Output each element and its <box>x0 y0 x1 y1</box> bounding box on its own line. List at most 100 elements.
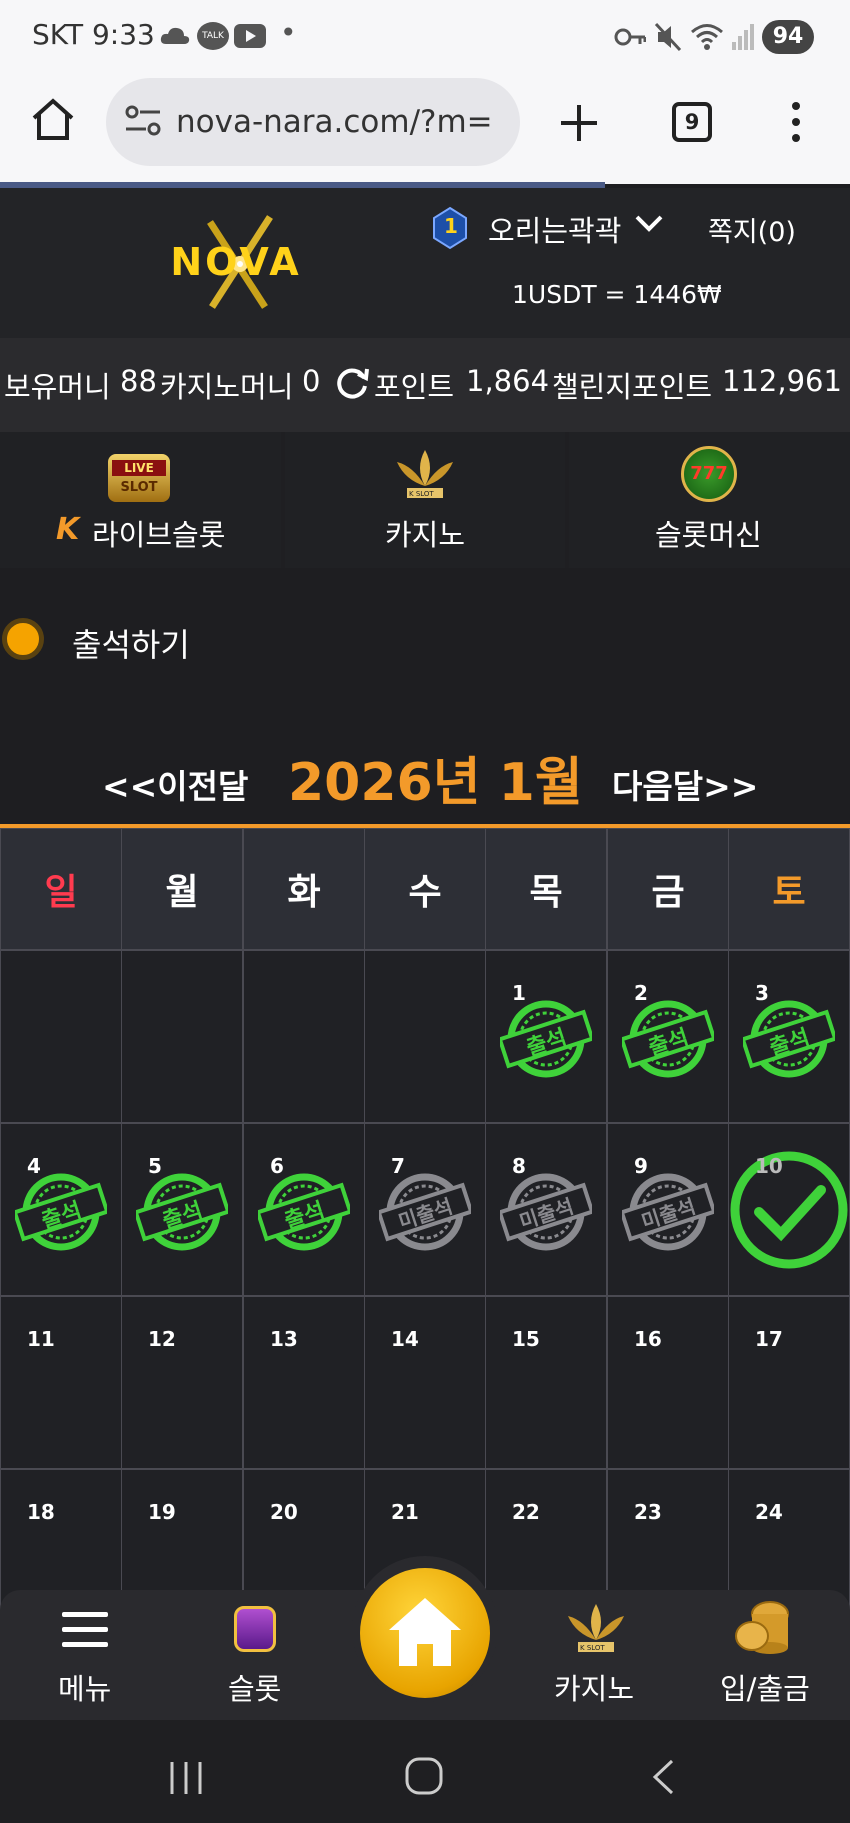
calendar-day-cell[interactable]: 8 미출석 <box>485 1123 607 1296</box>
slots-777-icon: 777 <box>681 446 737 502</box>
day-number: 22 <box>512 1500 540 1524</box>
calendar-day-cell <box>0 950 122 1123</box>
calendar-day-cell[interactable]: 14 <box>364 1296 486 1469</box>
calendar-day-cell[interactable]: 2 출석 <box>607 950 729 1123</box>
day-number: 18 <box>27 1500 55 1524</box>
home-icon[interactable] <box>30 96 76 142</box>
holding-money-value: 88 <box>120 364 157 398</box>
calendar-day-cell[interactable]: 11 <box>0 1296 122 1469</box>
attendance-present-stamp: 출석 <box>15 1172 107 1252</box>
attendance-present-stamp: 출석 <box>136 1172 228 1252</box>
calendar-day-cell <box>121 950 243 1123</box>
calendar-day-cell[interactable]: 9 미출석 <box>607 1123 729 1296</box>
nav-slot[interactable]: 슬롯 <box>200 1590 310 1720</box>
holding-money-label: 보유머니 <box>4 370 111 404</box>
next-month-button[interactable]: 다음달>> <box>612 760 758 808</box>
current-month: 2026년 1월 <box>288 753 583 813</box>
day-number: 19 <box>148 1500 176 1524</box>
point-value: 1,864 <box>466 364 550 398</box>
casino-nav-icon-caption: K SLOT <box>580 1644 605 1652</box>
key-icon <box>614 28 646 46</box>
more-menu-icon[interactable] <box>784 100 808 146</box>
talk-icon: TALK <box>197 22 229 50</box>
day-number: 21 <box>391 1500 419 1524</box>
calendar-day-cell[interactable]: 13 <box>243 1296 365 1469</box>
nav-casino-label: 카지노 <box>554 1672 635 1706</box>
attendance-bullet-icon <box>2 618 44 660</box>
attendance-present-stamp: 출석 <box>258 1172 350 1252</box>
calendar-day-cell <box>243 950 365 1123</box>
calendar-day-cell[interactable]: 1 출석 <box>485 950 607 1123</box>
day-number: 11 <box>27 1327 55 1351</box>
tab-live-slot-label: 라이브슬롯 <box>92 518 226 552</box>
refresh-icon[interactable] <box>334 364 370 400</box>
attendance-title: 출석하기 <box>72 626 190 664</box>
site-settings-icon[interactable] <box>124 104 162 138</box>
k-brand-icon: K <box>56 512 80 547</box>
challenge-point-value: 112,961 <box>722 364 842 398</box>
point-label: 포인트 <box>374 370 455 404</box>
weekday-header: 일 <box>0 828 122 950</box>
slot-machine-icon <box>234 1606 276 1652</box>
calendar-day-cell[interactable]: 6 출석 <box>243 1123 365 1296</box>
calendar-day-cell[interactable]: 5 출석 <box>121 1123 243 1296</box>
nav-casino[interactable]: K SLOT 카지노 <box>540 1590 650 1720</box>
youtube-icon <box>234 24 266 48</box>
day-number: 15 <box>512 1327 540 1351</box>
home-button[interactable] <box>360 1568 490 1698</box>
day-number: 23 <box>634 1500 662 1524</box>
tab-live-slot[interactable]: LIVE SLOT K 라이브슬롯 <box>0 432 281 568</box>
calendar-day-cell[interactable]: 12 <box>121 1296 243 1469</box>
prev-month-button[interactable]: <<이전달 <box>102 760 248 808</box>
battery-indicator: 94 <box>762 20 814 54</box>
exchange-rate: 1USDT = 1446₩ <box>512 280 722 309</box>
today-check-icon <box>730 1151 848 1269</box>
calendar-day-cell[interactable]: 17 <box>728 1296 850 1469</box>
recent-apps-icon[interactable] <box>168 1760 208 1796</box>
calendar-day-cell[interactable]: 10 <box>728 1123 850 1296</box>
browser-toolbar: nova-nara.com/?m= 9 <box>0 74 850 184</box>
site-header: NOVA 1 오리는곽곽 쪽지(0) 1USDT = 1446₩ <box>0 188 850 338</box>
username[interactable]: 오리는곽곽 <box>488 208 621 250</box>
live-slot-icon-top-caption: LIVE <box>112 460 166 476</box>
tab-switcher-button[interactable]: 9 <box>672 102 712 142</box>
system-home-icon[interactable] <box>404 1756 444 1796</box>
nova-logo[interactable]: NOVA <box>140 212 330 312</box>
game-category-tabs: LIVE SLOT K 라이브슬롯 K SLOT 카지노 777 슬롯머신 <box>0 432 850 568</box>
weekday-header: 월 <box>121 828 243 950</box>
day-number: 17 <box>755 1327 783 1351</box>
back-icon[interactable] <box>650 1758 676 1796</box>
day-number: 14 <box>391 1327 419 1351</box>
nav-deposit-withdraw[interactable]: 입/출금 <box>706 1590 826 1720</box>
calendar-day-cell[interactable]: 16 <box>607 1296 729 1469</box>
address-bar[interactable]: nova-nara.com/?m= <box>106 78 520 166</box>
calendar-day-cell[interactable]: 3 출석 <box>728 950 850 1123</box>
notification-dot: • <box>280 16 297 49</box>
signal-icon <box>732 24 754 50</box>
nav-menu-label: 메뉴 <box>58 1672 112 1706</box>
attendance-present-stamp: 출석 <box>500 999 592 1079</box>
attendance-absent-stamp: 미출석 <box>500 1172 592 1252</box>
calendar-day-cell[interactable]: 7 미출석 <box>364 1123 486 1296</box>
nav-menu[interactable]: 메뉴 <box>30 1590 140 1720</box>
new-tab-icon[interactable] <box>558 102 600 144</box>
casino-icon-caption: K SLOT <box>409 490 434 498</box>
live-slot-icon: LIVE SLOT <box>108 454 170 502</box>
tab-casino[interactable]: K SLOT 카지노 <box>285 432 565 568</box>
cloud-icon <box>160 27 190 44</box>
logo-text: NOVA <box>170 240 302 284</box>
calendar-day-cell <box>364 950 486 1123</box>
tab-slot-machine[interactable]: 777 슬롯머신 <box>569 432 850 568</box>
chevron-down-icon[interactable] <box>634 214 664 234</box>
attendance-absent-stamp: 미출석 <box>379 1172 471 1252</box>
month-navigation: <<이전달 2026년 1월 다음달>> <box>0 740 850 820</box>
balance-bar: 보유머니 88 카지노머니 0 포인트 1,864 챌린지포인트 112,961 <box>0 338 850 432</box>
calendar-day-cell[interactable]: 15 <box>485 1296 607 1469</box>
coin-stack-icon <box>735 1601 789 1654</box>
calendar-day-cell[interactable]: 4 출석 <box>0 1123 122 1296</box>
day-number: 16 <box>634 1327 662 1351</box>
messages-link[interactable]: 쪽지(0) <box>708 210 796 249</box>
challenge-point-label: 챌린지포인트 <box>552 370 713 404</box>
casino-money-label: 카지노머니 <box>160 370 294 404</box>
weekday-header: 토 <box>728 828 850 950</box>
